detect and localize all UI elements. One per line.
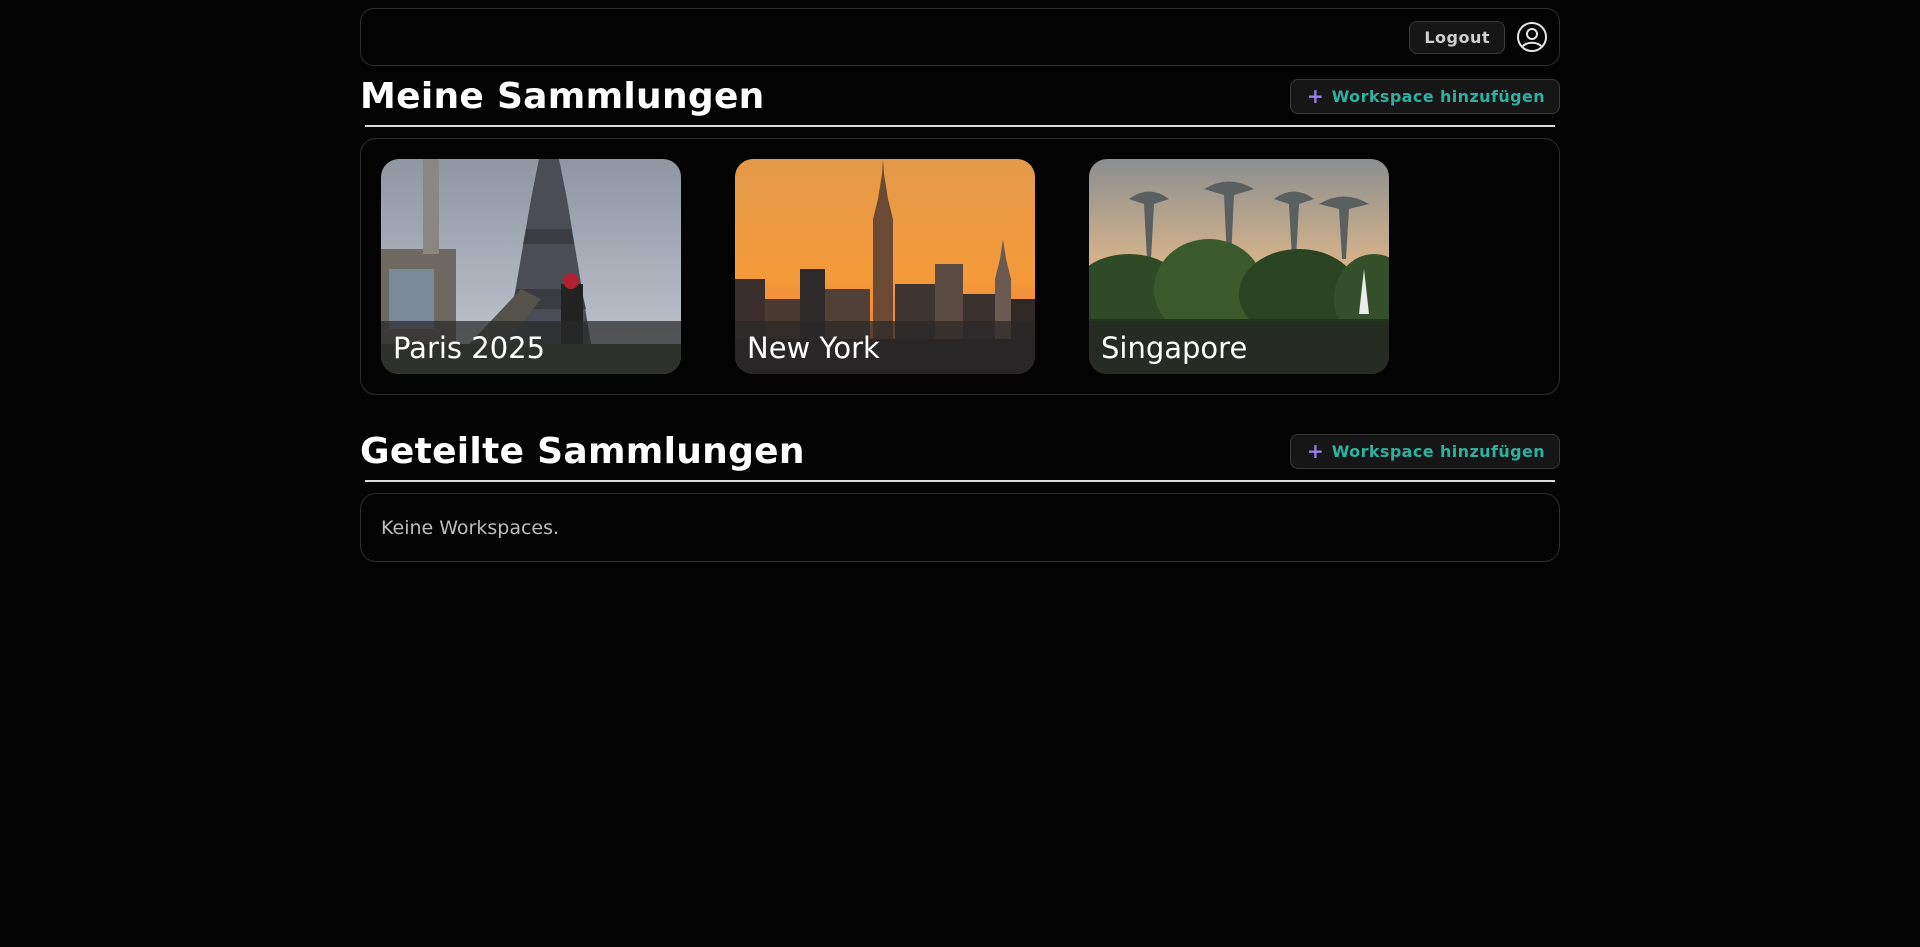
card-title: New York [735,321,1035,374]
plus-icon: + [1306,84,1324,108]
my-collections-header: Meine Sammlungen + Workspace hinzufügen [360,66,1560,127]
plus-icon: + [1306,439,1324,463]
card-title: Singapore [1089,321,1389,374]
add-workspace-button[interactable]: + Workspace hinzufügen [1289,78,1560,114]
shared-collections-panel: Keine Workspaces. [360,493,1560,562]
user-avatar-icon[interactable] [1517,22,1547,52]
top-bar: Logout [360,8,1560,66]
add-workspace-label: Workspace hinzufügen [1331,441,1545,461]
shared-collections-title: Geteilte Sammlungen [360,430,805,472]
section-divider [365,125,1555,127]
page-container: Logout Meine Sammlungen + Workspace hinz… [360,8,1560,562]
collection-card-paris[interactable]: Paris 2025 [381,159,681,374]
shared-collections-header: Geteilte Sammlungen + Workspace hinzufüg… [360,421,1560,482]
add-shared-workspace-button[interactable]: + Workspace hinzufügen [1289,433,1560,469]
add-workspace-label: Workspace hinzufügen [1331,86,1545,106]
my-collections-title: Meine Sammlungen [360,75,765,117]
collection-card-new-york[interactable]: New York [735,159,1035,374]
card-title: Paris 2025 [381,321,681,374]
empty-state-text: Keine Workspaces. [381,516,560,539]
my-collections-panel: Paris 2025 New York Singapore [360,138,1560,395]
section-divider [365,480,1555,482]
collection-card-singapore[interactable]: Singapore [1089,159,1389,374]
logout-button[interactable]: Logout [1409,20,1505,54]
